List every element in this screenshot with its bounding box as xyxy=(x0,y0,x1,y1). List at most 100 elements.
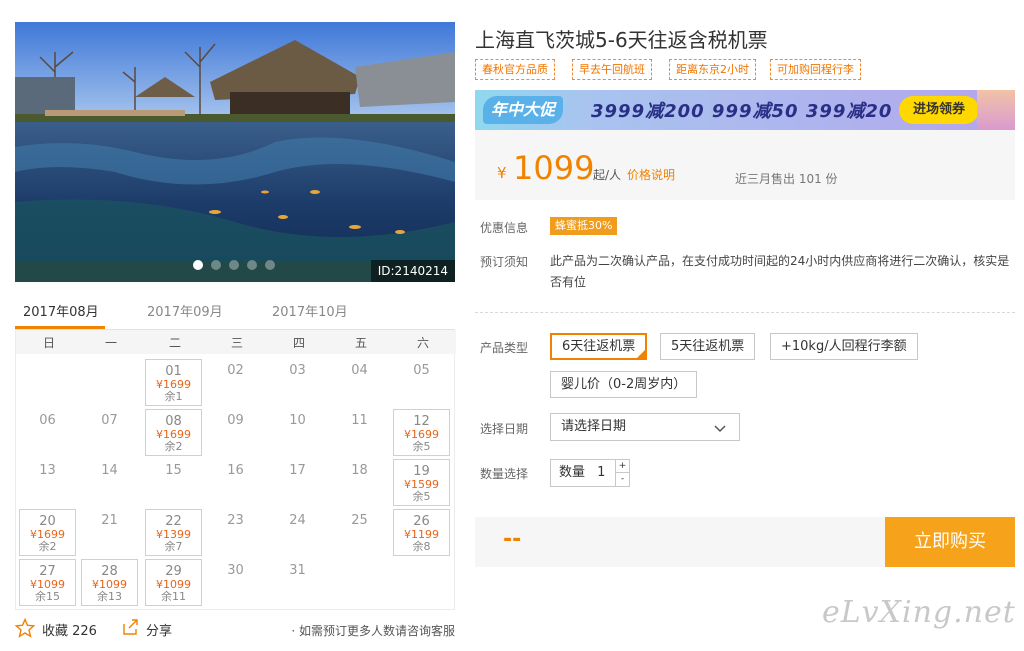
day-number: 31 xyxy=(289,563,306,578)
calendar-day[interactable]: 27 ¥1099 余15 xyxy=(19,559,76,606)
promo-banner[interactable]: 年中大促 3999减200 999减50 399减20 进场领券 xyxy=(475,90,1015,130)
day-number: 19 xyxy=(413,464,430,479)
day-number: 09 xyxy=(227,413,244,428)
carousel-dot[interactable] xyxy=(229,260,239,270)
calendar-day: 02 xyxy=(207,359,264,406)
day-number: 24 xyxy=(289,513,306,528)
day-remaining: 余2 xyxy=(38,540,57,553)
carousel-dot[interactable] xyxy=(211,260,221,270)
contact-note[interactable]: · 如需预订更多人数请咨询客服 xyxy=(291,622,455,639)
star-icon[interactable] xyxy=(14,617,36,642)
price-explain-link[interactable]: 价格说明 xyxy=(627,166,675,183)
day-number: 18 xyxy=(351,463,368,478)
day-remaining: 余5 xyxy=(412,440,431,453)
calendar-day[interactable]: 12 ¥1699 余5 xyxy=(393,409,450,456)
product-title: 上海直飞茨城5-6天往返含税机票 xyxy=(475,28,768,52)
feature-tag: 春秋官方品质 xyxy=(475,59,555,80)
tab-month-1[interactable]: 2017年08月 xyxy=(23,301,99,320)
calendar-day: 11 xyxy=(331,409,388,456)
breadcrumb xyxy=(16,0,456,4)
qty-prefix: 数量 xyxy=(559,465,586,480)
calendar-day: 16 xyxy=(207,459,264,506)
day-number: 29 xyxy=(165,564,182,579)
day-number: 16 xyxy=(227,463,244,478)
day-number: 13 xyxy=(39,463,56,478)
calendar-day[interactable]: 19 ¥1599 余5 xyxy=(393,459,450,506)
share-link[interactable]: 分享 xyxy=(146,620,172,639)
tab-month-3[interactable]: 2017年10月 xyxy=(272,301,348,320)
calendar-day: 04 xyxy=(331,359,388,406)
option-infant[interactable]: 婴儿价（0-2周岁内） xyxy=(550,371,698,398)
day-number: 11 xyxy=(351,413,368,428)
chevron-down-icon xyxy=(713,418,727,444)
calendar-day: 21 xyxy=(81,509,138,556)
tab-month-2[interactable]: 2017年09月 xyxy=(147,301,223,320)
day-number: 30 xyxy=(227,563,244,578)
claim-coupon-button[interactable]: 进场领券 xyxy=(899,96,979,124)
day-number: 17 xyxy=(289,463,306,478)
price-unit: 起/人 xyxy=(593,168,622,182)
day-number: 14 xyxy=(101,463,118,478)
buy-now-button[interactable]: 立即购买 xyxy=(885,517,1015,567)
calendar-day: 10 xyxy=(269,409,326,456)
calendar-day[interactable]: 28 ¥1099 余13 xyxy=(81,559,138,606)
day-remaining: 余13 xyxy=(97,590,122,603)
day-number: 06 xyxy=(39,413,56,428)
calendar-day[interactable]: 08 ¥1699 余2 xyxy=(145,409,202,456)
calendar-day[interactable]: 26 ¥1199 余8 xyxy=(393,509,450,556)
option-6day[interactable]: 6天往返机票 xyxy=(550,333,648,360)
day-number: 10 xyxy=(289,413,306,428)
option-luggage[interactable]: +10kg/人回程行李额 xyxy=(770,333,918,360)
calendar-day: 17 xyxy=(269,459,326,506)
calendar-day[interactable]: 20 ¥1699 余2 xyxy=(19,509,76,556)
day-remaining: 余7 xyxy=(164,540,183,553)
photo-illustration xyxy=(15,22,455,282)
calendar-day: 31 xyxy=(269,559,326,606)
carousel-dot[interactable] xyxy=(247,260,257,270)
date-placeholder: 请选择日期 xyxy=(561,419,627,434)
carousel-dot[interactable] xyxy=(265,260,275,270)
photo-id: ID:2140214 xyxy=(370,260,455,282)
calendar-day: 03 xyxy=(269,359,326,406)
weekday-label: 日 xyxy=(42,336,55,350)
carousel-dots[interactable] xyxy=(193,260,275,270)
favorite-count[interactable]: 收藏 226 xyxy=(42,620,97,639)
day-remaining: 余2 xyxy=(164,440,183,453)
qty-plus-button[interactable]: + xyxy=(615,460,629,473)
day-number: 20 xyxy=(39,514,56,529)
qty-value[interactable]: 1 xyxy=(597,465,605,480)
calendar-day: 25 xyxy=(331,509,388,556)
date-select[interactable]: 请选择日期 xyxy=(550,413,740,441)
day-remaining: 余8 xyxy=(412,540,431,553)
day-remaining: 余1 xyxy=(164,390,183,403)
carousel-dot[interactable] xyxy=(193,260,203,270)
calendar-day[interactable]: 01 ¥1699 余1 xyxy=(145,359,202,406)
purchase-bar: -- 立即购买 xyxy=(475,517,1015,567)
banner-decoration xyxy=(977,90,1015,130)
calendar-day[interactable]: 22 ¥1399 余7 xyxy=(145,509,202,556)
option-5day[interactable]: 5天往返机票 xyxy=(660,333,756,360)
calendar-day[interactable]: 29 ¥1099 余11 xyxy=(145,559,202,606)
action-bar: 收藏 226 分享 · 如需预订更多人数请咨询客服 xyxy=(14,617,457,644)
qty-minus-button[interactable]: - xyxy=(615,473,629,486)
day-remaining: 余5 xyxy=(412,490,431,503)
day-remaining: 余15 xyxy=(35,590,60,603)
price-amount: 1099 xyxy=(513,149,595,187)
quantity-stepper[interactable]: 数量 1 + - xyxy=(550,459,630,487)
day-number: 28 xyxy=(101,564,118,579)
notice-label: 预订须知 xyxy=(480,255,529,269)
feature-tag: 可加购回程行李 xyxy=(770,59,861,80)
calendar-day: 06 xyxy=(19,409,76,456)
calendar-day: 05 xyxy=(393,359,450,406)
banner-offers: 3999减200 999减50 399减20 xyxy=(591,101,893,122)
calendar-day: 18 xyxy=(331,459,388,506)
day-remaining: 余11 xyxy=(161,590,186,603)
calendar-day: 09 xyxy=(207,409,264,456)
feature-tag: 早去午回航班 xyxy=(572,59,652,80)
calendar-day: 07 xyxy=(81,409,138,456)
share-icon[interactable] xyxy=(121,618,139,640)
day-number: 04 xyxy=(351,363,368,378)
product-photo[interactable]: ID:2140214 xyxy=(15,22,455,282)
date-label: 选择日期 xyxy=(480,422,529,436)
feature-tag: 距离东京2小时 xyxy=(669,59,756,80)
